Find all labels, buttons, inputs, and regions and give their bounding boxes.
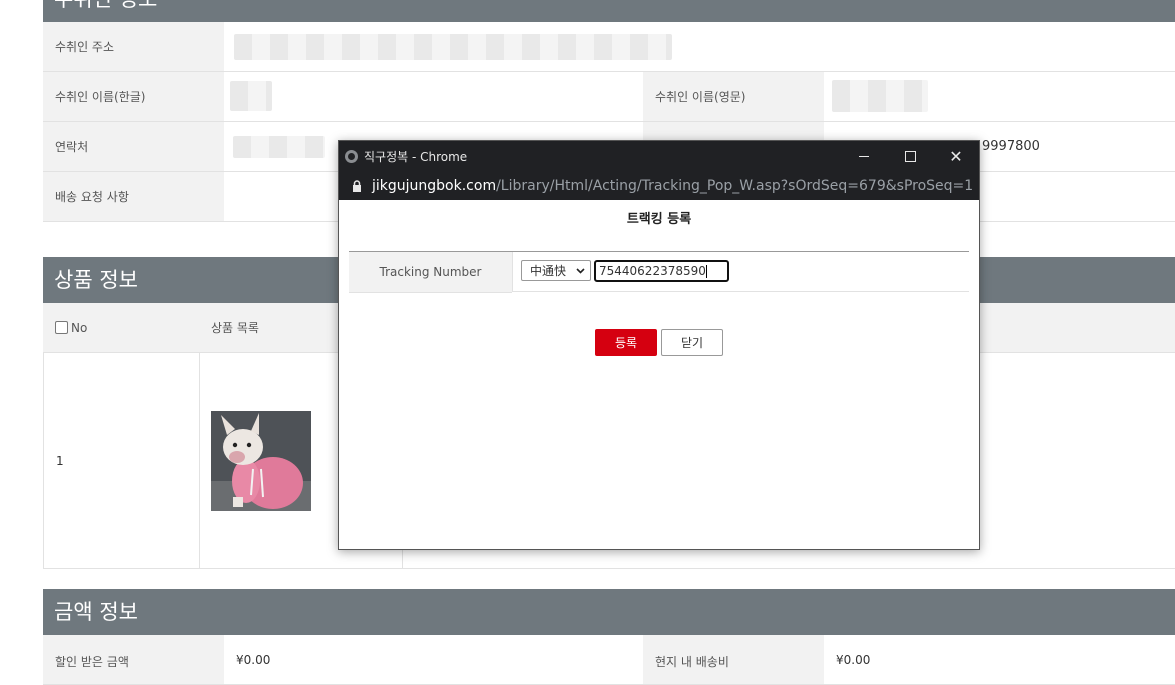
minimize-icon: [859, 156, 869, 157]
contact-label: 연락처: [43, 122, 224, 172]
window-close-button[interactable]: ✕: [933, 141, 979, 172]
register-button[interactable]: 등록: [595, 329, 657, 356]
discount-value: ¥0.00: [224, 635, 643, 685]
minimize-button[interactable]: [841, 141, 887, 172]
name-kr-value: [224, 72, 643, 122]
name-en-value: [824, 72, 1175, 122]
lock-icon: [353, 180, 361, 192]
address-label: 수취인 주소: [43, 22, 224, 72]
popup-heading: 트랙킹 등록: [626, 212, 692, 227]
address-redacted: [234, 34, 672, 60]
tracking-number-input[interactable]: 75440622378590: [594, 260, 729, 282]
name-kr-redacted: [230, 81, 272, 111]
close-popup-button[interactable]: 닫기: [661, 329, 723, 356]
name-en-redacted: [832, 80, 928, 112]
amount-section-title: 금액 정보: [54, 600, 138, 624]
product-header-no: No: [43, 303, 199, 353]
popup-titlebar[interactable]: 직구정복 - Chrome ✕: [339, 141, 979, 172]
contact-2-number: 9997800: [982, 139, 1040, 154]
amount-section-header: 금액 정보: [43, 589, 1175, 635]
url-domain: jikgujungbok.com: [372, 178, 497, 194]
name-kr-label: 수취인 이름(한글): [43, 72, 224, 122]
select-all-checkbox[interactable]: [55, 321, 68, 334]
name-en-label: 수취인 이름(영문): [643, 72, 824, 122]
contact-redacted: [233, 136, 325, 158]
product-section-title: 상품 정보: [54, 268, 138, 292]
recipient-section-header: 수취인 정보: [43, 0, 1175, 22]
url-path: /Library/Html/Acting/Tracking_Pop_W.asp?…: [496, 178, 974, 194]
maximize-button[interactable]: [887, 141, 933, 172]
tracking-input-cell: 中通快 75440622378590: [512, 252, 969, 292]
close-icon: ✕: [949, 147, 963, 166]
local-ship-value: ¥0.00: [824, 635, 1175, 685]
tracking-label-cell: Tracking Number: [349, 252, 512, 293]
carrier-select[interactable]: 中通快: [521, 260, 591, 281]
discount-label: 할인 받은 금액: [43, 635, 224, 685]
recipient-section-title: 수취인 정보: [54, 0, 157, 11]
tracking-popup-window: 직구정복 - Chrome ✕ jikgujungbok.com/Library…: [338, 140, 980, 550]
request-label: 배송 요청 사항: [43, 172, 224, 222]
dog-image-icon: [211, 411, 311, 511]
product-row-no: 1: [43, 353, 199, 569]
popup-window-title: 직구정복 - Chrome: [364, 150, 468, 164]
chevron-down-icon: [576, 268, 585, 274]
local-ship-label: 현지 내 배송비: [643, 635, 824, 685]
globe-icon: [345, 150, 358, 163]
product-image[interactable]: [211, 411, 311, 511]
text-cursor: [705, 264, 707, 278]
carrier-selected-value: 中通快: [530, 264, 567, 278]
popup-url-bar[interactable]: jikgujungbok.com/Library/Html/Acting/Tra…: [339, 172, 979, 200]
address-value: [224, 22, 1175, 72]
maximize-icon: [904, 151, 916, 162]
